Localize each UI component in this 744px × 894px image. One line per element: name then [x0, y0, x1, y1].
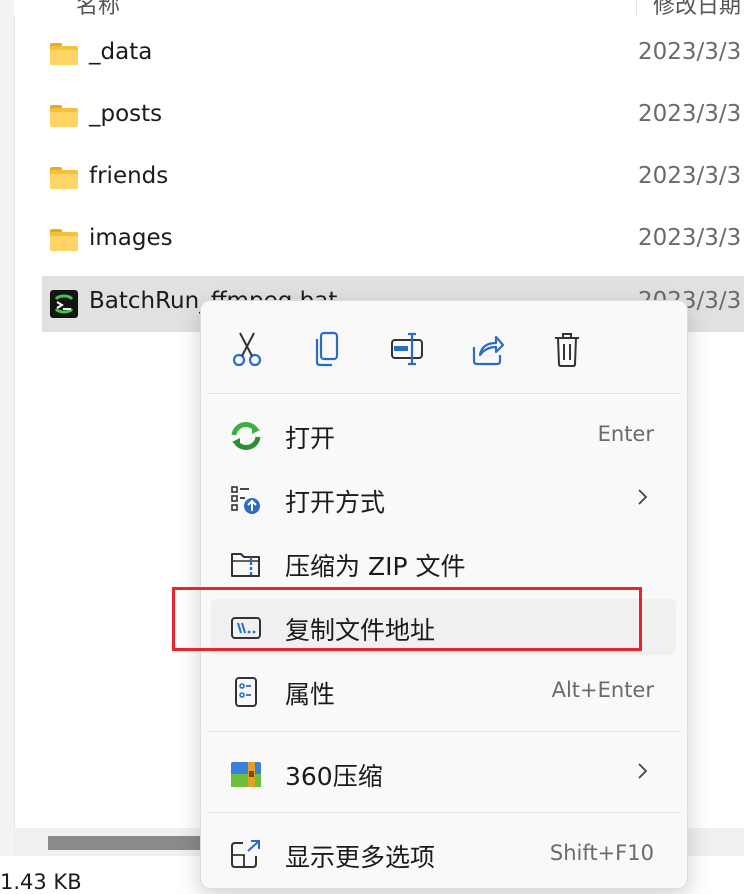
- menu-item-label: 压缩为 ZIP 文件: [285, 552, 466, 581]
- share-icon: [472, 335, 504, 366]
- folder-icon: [50, 43, 78, 65]
- selected-size: 1.43 KB: [0, 870, 82, 894]
- menu-separator: [207, 393, 681, 394]
- menu-separator: [207, 812, 681, 813]
- file-row[interactable]: friends 2023/3/3: [42, 151, 744, 207]
- column-header: 名称 修改日期: [14, 0, 744, 16]
- menu-item-label: 打开: [285, 424, 336, 453]
- more-options-icon: [231, 840, 260, 868]
- file-date: 2023/3/3: [638, 225, 742, 251]
- copy-icon: [315, 331, 339, 367]
- share-button[interactable]: [465, 327, 509, 371]
- rename-button[interactable]: [385, 327, 429, 371]
- properties-icon: [235, 677, 257, 707]
- menu-item-label: 属性: [285, 680, 336, 709]
- zip-folder-icon: [231, 553, 260, 577]
- menu-item-label: 360压缩: [285, 762, 383, 791]
- folder-icon: [50, 229, 78, 251]
- shortcut-text: Alt+Enter: [551, 678, 654, 702]
- file-name: images: [89, 225, 173, 251]
- cut-icon: [232, 332, 262, 367]
- menu-item-label: 打开方式: [285, 488, 386, 517]
- open-refresh-icon: [231, 422, 261, 450]
- folder-icon: [50, 167, 78, 189]
- file-date: 2023/3/3: [638, 163, 742, 189]
- chevron-right-icon: [638, 763, 648, 779]
- cut-button[interactable]: [225, 327, 269, 371]
- scrollbar-thumb[interactable]: [48, 836, 218, 850]
- copy-button[interactable]: [305, 327, 349, 371]
- file-row[interactable]: _posts 2023/3/3: [42, 89, 744, 145]
- folder-icon: [50, 105, 78, 127]
- chevron-right-icon: [638, 489, 648, 505]
- file-row[interactable]: _data 2023/3/3: [42, 27, 744, 83]
- delete-button[interactable]: [545, 327, 589, 371]
- red-highlight-box: [172, 587, 642, 651]
- menu-item-label: 显示更多选项: [285, 843, 436, 872]
- file-name: _data: [89, 39, 153, 65]
- delete-icon: [555, 333, 579, 367]
- zip-360-icon: [231, 762, 261, 787]
- date-column-header[interactable]: 修改日期: [636, 0, 741, 16]
- shortcut-text: Enter: [597, 422, 654, 446]
- menu-item-properties[interactable]: 属性 Alt+Enter: [211, 663, 676, 719]
- menu-item-open-with[interactable]: 打开方式: [211, 471, 676, 527]
- menu-item-compress-zip[interactable]: 压缩为 ZIP 文件: [211, 535, 676, 591]
- file-name: _posts: [89, 101, 163, 127]
- menu-item-360-compress[interactable]: 360压缩: [211, 745, 676, 801]
- menu-separator: [207, 731, 681, 732]
- navigation-pane-edge: [0, 0, 15, 887]
- open-with-icon: [231, 486, 260, 514]
- file-date: 2023/3/3: [638, 39, 742, 65]
- menu-item-show-more-options[interactable]: 显示更多选项 Shift+F10: [211, 826, 676, 882]
- file-date: 2023/3/3: [638, 101, 742, 127]
- shortcut-text: Shift+F10: [549, 841, 654, 865]
- batch-file-icon: [50, 290, 78, 318]
- file-row[interactable]: images 2023/3/3: [42, 213, 744, 269]
- quick-actions-bar: [201, 301, 687, 393]
- rename-icon: [391, 332, 423, 366]
- file-name: friends: [89, 163, 169, 189]
- name-column-header[interactable]: 名称: [76, 0, 120, 16]
- menu-item-open[interactable]: 打开 Enter: [211, 407, 676, 463]
